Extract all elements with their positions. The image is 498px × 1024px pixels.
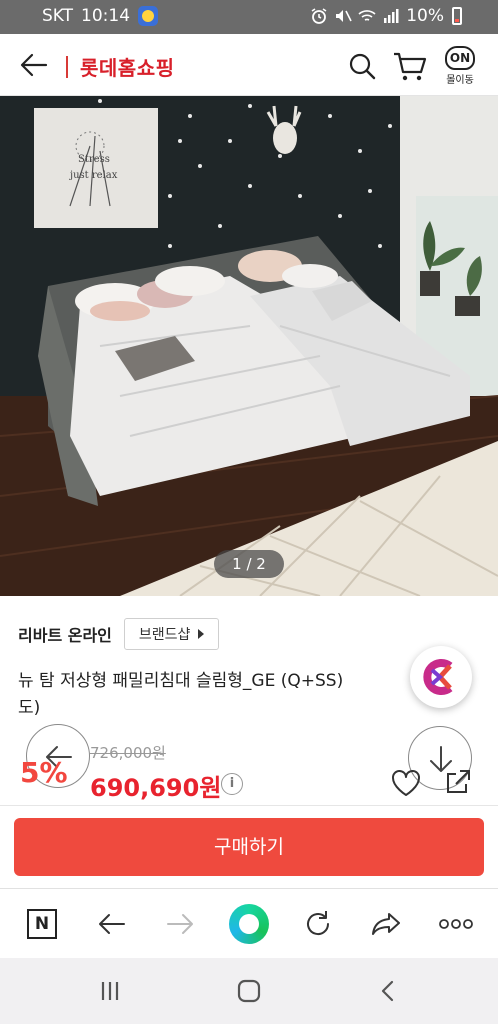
product-photo: Stress just relax [0, 96, 498, 596]
wishlist-button[interactable] [390, 768, 422, 798]
battery-icon [452, 7, 462, 25]
purchase-bar: 구매하기 [0, 806, 498, 888]
product-title-line1: 뉴 탐 저상형 패밀리침대 슬림형_GE (Q+SS) [18, 671, 344, 691]
status-bar: SKT 10:14 10% [0, 0, 498, 34]
signal-icon [384, 9, 399, 23]
poster-text-1: Stress [78, 154, 110, 165]
arrow-right-icon [167, 914, 193, 934]
search-icon [349, 53, 376, 80]
home-icon [237, 979, 261, 1003]
green-dot-icon [229, 904, 269, 944]
brandshop-button[interactable]: 브랜드샵 [123, 618, 220, 650]
price-info-button[interactable]: i [221, 773, 243, 795]
chevron-left-icon [381, 980, 394, 1002]
brand-divider [66, 56, 68, 78]
image-pager: 1 / 2 [214, 550, 284, 578]
browser-share-button[interactable] [366, 905, 406, 943]
green-dot-button[interactable] [229, 904, 269, 944]
floating-brand-button[interactable] [410, 646, 472, 708]
mute-icon [336, 10, 352, 22]
more-dots-icon [439, 919, 473, 929]
system-back-button[interactable] [368, 976, 408, 1006]
browser-forward-button[interactable] [160, 905, 200, 943]
cart-button[interactable] [392, 50, 428, 82]
arrow-left-icon [99, 914, 125, 934]
recent-apps-button[interactable] [90, 976, 130, 1006]
chevron-right-icon [198, 629, 205, 639]
clock: 10:14 [81, 6, 131, 26]
app-notification-icon [138, 6, 159, 26]
wall-poster: Stress just relax [34, 108, 158, 228]
back-button[interactable] [18, 50, 50, 80]
brand-c-logo-icon [423, 659, 453, 695]
more-menu-button[interactable] [436, 905, 476, 943]
share-button[interactable] [442, 766, 474, 798]
naver-home-button[interactable]: N [22, 905, 62, 943]
brand-row: 리바트 온라인 브랜드샵 [18, 618, 220, 650]
search-button[interactable] [346, 50, 378, 82]
product-title-line2: 도) [18, 698, 41, 718]
n-logo-icon: N [27, 909, 57, 939]
sale-price: 690,690원 [90, 774, 222, 802]
home-button[interactable] [229, 976, 269, 1006]
recent-apps-icon [101, 982, 119, 1000]
original-price: 726,000원 [90, 744, 166, 762]
refresh-button[interactable] [298, 905, 338, 943]
status-right: 10% [310, 6, 462, 26]
poster-text-2: just relax [69, 170, 118, 181]
share-arrow-icon [372, 913, 400, 935]
carrier-label: SKT [42, 6, 74, 26]
cart-icon [394, 52, 427, 81]
browser-back-button[interactable] [92, 905, 132, 943]
brand-name[interactable]: 리바트 온라인 [18, 622, 112, 646]
battery-percent: 10% [406, 6, 444, 26]
share-icon [447, 770, 470, 793]
on-badge: ON [445, 46, 475, 70]
refresh-icon [307, 911, 330, 936]
alarm-icon [311, 8, 327, 24]
status-left: SKT 10:14 [42, 6, 159, 26]
heart-icon [392, 770, 420, 796]
mall-switch-label: 몰이동 [446, 75, 474, 86]
product-title: 뉴 탐 저상형 패밀리침대 슬림형_GE (Q+SS) 도) [18, 668, 418, 722]
brand-logo[interactable]: 롯데홈쇼핑 [80, 52, 175, 81]
discount-rate: 5% [20, 756, 68, 789]
product-image-gallery[interactable]: Stress just relax 1 / 2 [0, 96, 498, 596]
system-navigation-bar [0, 958, 498, 1024]
mall-switch-button[interactable]: ON 몰이동 [442, 46, 478, 88]
brandshop-label: 브랜드샵 [138, 627, 191, 643]
wifi-icon [358, 10, 376, 21]
browser-toolbar: N [0, 888, 498, 958]
arrow-left-icon [20, 53, 48, 77]
buy-button[interactable]: 구매하기 [14, 818, 484, 876]
app-header: 롯데홈쇼핑 ON 몰이동 [0, 34, 498, 96]
